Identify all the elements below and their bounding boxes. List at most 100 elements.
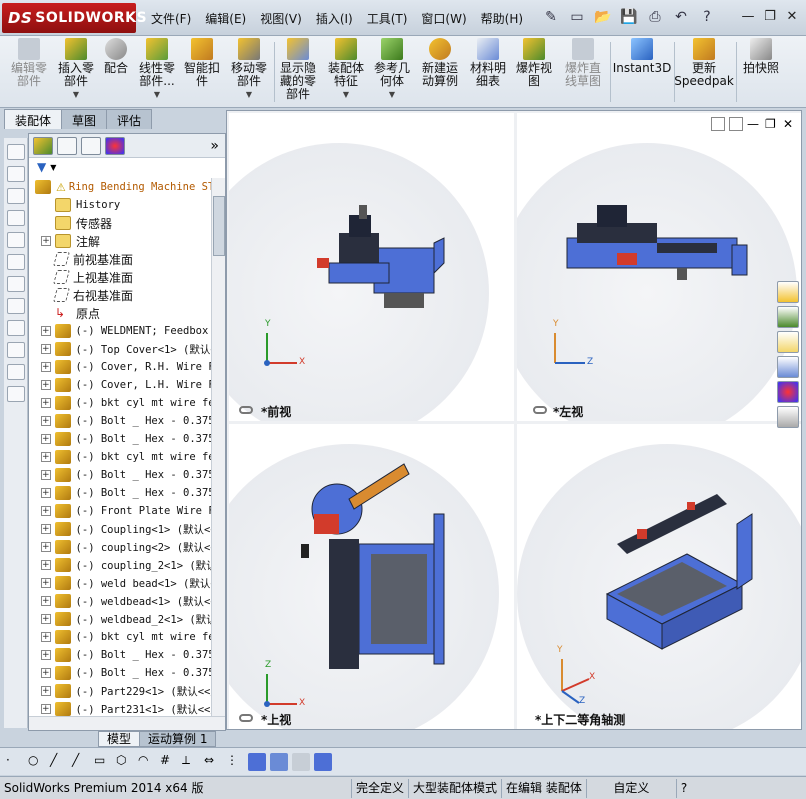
tree-horizontal-scrollbar[interactable] [29,716,225,730]
bill-of-materials-button[interactable]: 材料明 细表 [468,38,508,106]
menu-item-4[interactable]: 工具(T) [360,10,415,27]
dropdown-arrow-icon[interactable]: ▼ [343,88,349,101]
tree-item[interactable]: + (-) Coupling<1> (默认<< [29,520,212,538]
tree-item[interactable]: + (-) Cover, L.H. Wire Fe [29,376,212,394]
expand-icon[interactable]: + [41,560,51,570]
smart-fasteners-button[interactable]: 智能扣件 [182,38,222,106]
tree-item[interactable]: + (-) WELDMENT; Feedbox B [29,322,212,340]
move-component-button[interactable]: 移动零 部件 ▼ [228,38,270,106]
tree-item[interactable]: + (-) Bolt _ Hex - 0.375 [29,430,212,448]
viewport-front[interactable]: Y X *前视 [229,113,514,421]
circle-icon[interactable]: ○ [28,753,46,771]
sketch-icon[interactable] [7,386,25,402]
tree-item[interactable]: History [29,196,212,214]
sketch-icon[interactable] [7,364,25,380]
menu-item-3[interactable]: 插入(I) [309,10,360,27]
minimize-icon[interactable]: — [747,117,761,131]
line-icon[interactable]: ╱ [50,753,68,771]
expand-icon[interactable]: + [41,488,51,498]
component-icon[interactable] [7,144,25,160]
tab-sketch[interactable]: 草图 [61,109,108,129]
appearances-icon[interactable] [777,381,799,403]
expand-icon[interactable]: + [41,650,51,660]
tree-item[interactable]: 传感器 [29,214,212,232]
polygon-icon[interactable]: ⬡ [116,753,134,771]
dropdown-arrow-icon[interactable]: ▼ [73,88,79,101]
status-units[interactable]: 自定义 [587,778,677,798]
tree-item[interactable]: + (-) bkt cyl mt wire fee [29,448,212,466]
tree-item[interactable]: + (-) Bolt _ Hex - 0.375 [29,412,212,430]
expand-panel-icon[interactable]: » [210,138,219,154]
home-icon[interactable] [777,281,799,303]
component-icon[interactable] [7,276,25,292]
menu-item-0[interactable]: 文件(F) [144,10,198,27]
scrollbar-thumb[interactable] [213,196,225,256]
show-hidden-components-button[interactable]: 显示隐 藏的零 部件 [278,38,318,106]
snapshot-button[interactable]: 拍快照 [740,38,782,106]
tree-item[interactable]: + (-) Cover, R.H. Wire Fe [29,358,212,376]
sketch-icon[interactable] [7,298,25,314]
sketch-icon[interactable] [7,320,25,336]
menu-item-1[interactable]: 编辑(E) [198,10,253,27]
explode-line-sketch-button[interactable]: 爆炸直 线草图 [560,38,606,106]
dropdown-arrow-icon[interactable]: ▼ [154,88,160,101]
restore-icon[interactable]: ❐ [760,6,780,26]
feature-manager-icon[interactable] [33,136,53,155]
menu-item-2[interactable]: 视图(V) [253,10,309,27]
filter-icon[interactable]: ▼ [37,160,46,174]
extrude-icon[interactable] [248,752,266,771]
tree-item[interactable]: 前视基准面 [29,250,212,268]
rectangle-icon[interactable]: ▭ [94,753,112,771]
exploded-view-button[interactable]: 爆炸视图 [514,38,554,106]
tree-item[interactable]: 右视基准面 [29,286,212,304]
tree-root[interactable]: ⚠ Ring Bending Machine STD [29,178,212,196]
tree-item[interactable]: + (-) coupling<2> (默认<< [29,538,212,556]
expand-icon[interactable]: + [41,614,51,624]
menu-item-5[interactable]: 窗口(W) [414,10,473,27]
edit-component-button[interactable]: 编辑零 部件 [8,38,50,106]
tree-item[interactable]: + (-) bkt cyl mt wire fee [29,394,212,412]
component-icon[interactable] [7,188,25,204]
point-icon[interactable]: · [6,753,24,771]
loft-icon[interactable] [314,752,332,771]
component-icon[interactable] [7,254,25,270]
tree-item[interactable]: + (-) Bolt _ Hex - 0.375 [29,484,212,502]
expand-icon[interactable]: + [41,632,51,642]
expand-icon[interactable]: + [41,434,51,444]
expand-icon[interactable]: + [41,704,51,714]
dropdown-arrow-icon[interactable]: ▼ [50,163,56,172]
expand-icon[interactable]: + [41,326,51,336]
sweep-icon[interactable] [292,752,310,771]
view-palette-icon[interactable] [777,356,799,378]
tree-item[interactable]: + (-) Front Plate Wire Fe [29,502,212,520]
arc-icon[interactable]: ◠ [138,753,156,771]
dropdown-arrow-icon[interactable]: ▼ [389,88,395,101]
custom-properties-icon[interactable] [777,406,799,428]
tab-assembly[interactable]: 装配体 [4,109,63,129]
sketch-icon[interactable] [7,342,25,358]
mate-button[interactable]: 配合 [100,38,132,106]
grid-icon[interactable]: # [160,753,178,771]
expand-icon[interactable]: + [41,344,51,354]
expand-icon[interactable]: + [41,596,51,606]
menu-item-6[interactable]: 帮助(H) [474,10,530,27]
expand-icon[interactable]: + [41,416,51,426]
link-views-icon[interactable] [239,714,253,722]
tree-filter[interactable]: ▼ ▼ [29,158,225,176]
expand-icon[interactable]: + [41,542,51,552]
expand-icon[interactable]: + [41,470,51,480]
help-icon[interactable]: ? [696,6,718,28]
expand-icon[interactable]: + [41,398,51,408]
help-icon[interactable]: ? [677,779,691,798]
expand-icon[interactable]: + [41,236,51,246]
tree-item[interactable]: + (-) weldbead_2<1> (默认 [29,610,212,628]
restore-icon[interactable]: ❐ [765,117,779,131]
tile-icon[interactable] [711,117,725,131]
property-manager-icon[interactable] [57,136,77,155]
file-explorer-icon[interactable] [777,331,799,353]
component-icon[interactable] [7,232,25,248]
tab-evaluate[interactable]: 评估 [106,109,153,129]
tree-item[interactable]: + (-) Part229<1> (默认<<默 [29,682,212,700]
dropdown-arrow-icon[interactable]: ▼ [246,88,252,101]
viewport-isometric[interactable]: Y X Z *上下二等角轴测 [517,424,801,729]
